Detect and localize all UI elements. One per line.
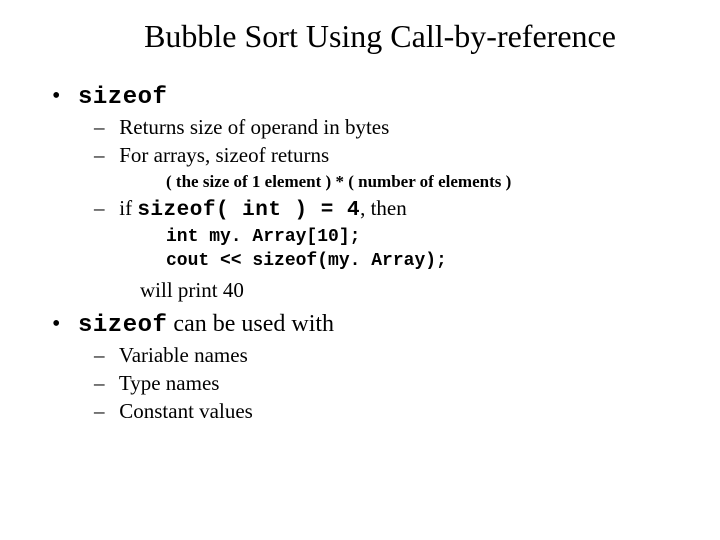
bullet-list-level2: Returns size of operand in bytes For arr… [52, 115, 680, 303]
text-constant-values: Constant values [119, 399, 253, 423]
sub-constant-values: Constant values [94, 399, 680, 424]
text-variable-names: Variable names [119, 343, 248, 367]
text-will-print: will print 40 [140, 278, 680, 303]
text-type-names: Type names [119, 371, 220, 395]
code-line-2: cout << sizeof(my. Array); [166, 249, 680, 273]
bullet-list-level2-b: Variable names Type names Constant value… [52, 343, 680, 424]
sub-for-arrays: For arrays, sizeof returns [94, 143, 680, 168]
slide: Bubble Sort Using Call-by-reference size… [0, 0, 720, 540]
sub-type-names: Type names [94, 371, 680, 396]
text-returns: Returns size of operand in bytes [119, 115, 389, 139]
code-sizeof: sizeof [78, 84, 167, 111]
code-sizeof-2: sizeof [78, 312, 167, 339]
bullet-sizeof-usedwith: sizeof can be used with Variable names T… [52, 311, 680, 424]
text-for-arrays: For arrays, sizeof returns [119, 143, 329, 167]
sub-returns-size: Returns size of operand in bytes [94, 115, 680, 140]
bullet-sizeof: sizeof Returns size of operand in bytes … [52, 83, 680, 303]
code-line-1: int my. Array[10]; [166, 225, 680, 249]
formula-text: ( the size of 1 element ) * ( number of … [166, 172, 680, 192]
text-then: , then [360, 196, 407, 220]
bullet-list-level1: sizeof Returns size of operand in bytes … [40, 83, 680, 424]
sub-if-sizeof: if sizeof( int ) = 4, then [94, 196, 680, 222]
text-if: if [119, 196, 137, 220]
text-can-be-used: can be used with [167, 311, 334, 337]
sub-variable-names: Variable names [94, 343, 680, 368]
code-sizeof-int: sizeof( int ) = 4 [137, 199, 360, 222]
slide-title: Bubble Sort Using Call-by-reference [40, 18, 680, 55]
